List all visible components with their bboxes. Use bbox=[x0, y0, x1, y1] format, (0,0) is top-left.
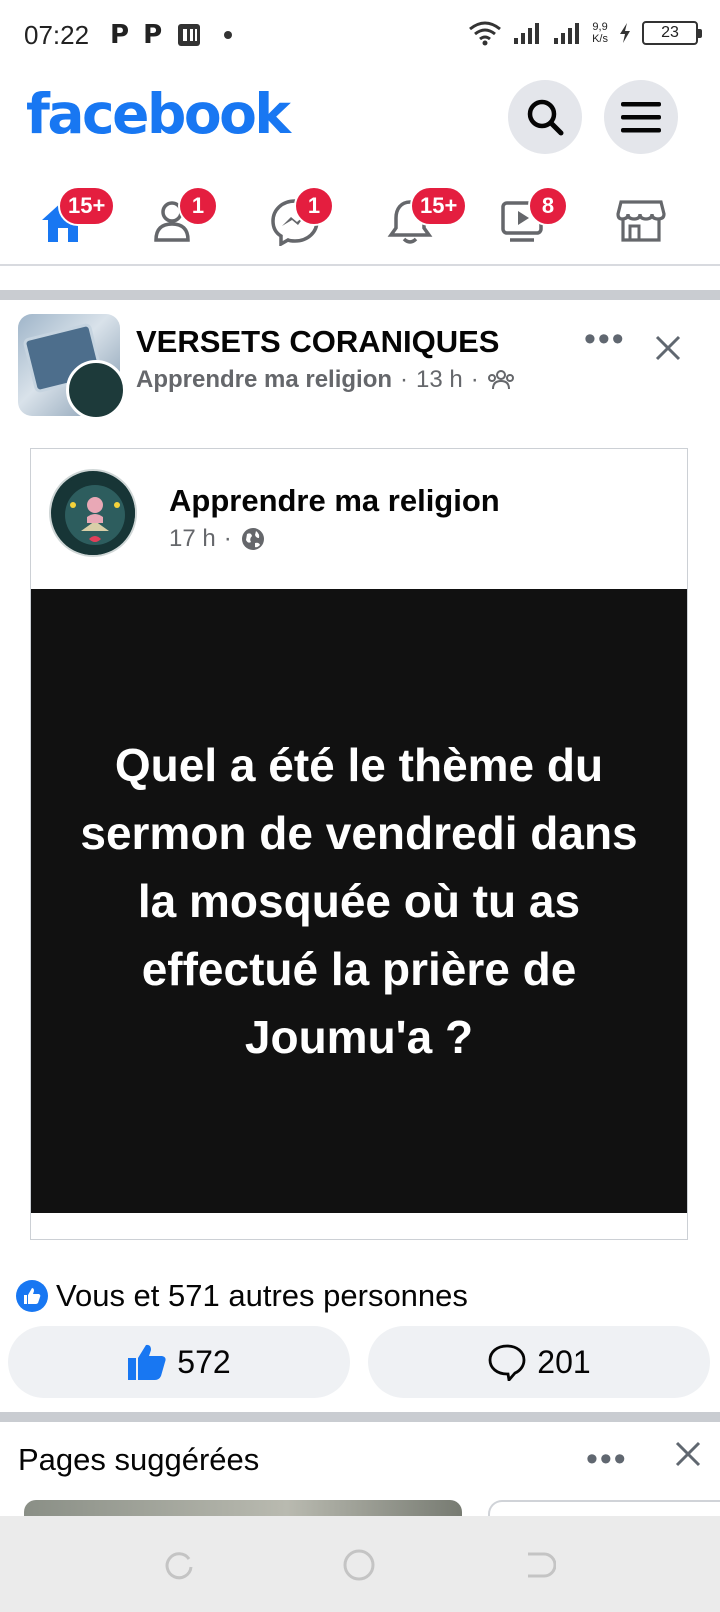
friends-badge: 1 bbox=[178, 186, 218, 226]
shared-author-avatar[interactable] bbox=[49, 469, 137, 557]
search-button[interactable] bbox=[508, 80, 582, 154]
shared-author-name[interactable]: Apprendre ma religion bbox=[169, 483, 500, 519]
post-header: VERSETS CORANIQUES Apprendre ma religion… bbox=[0, 300, 720, 430]
reactions-summary[interactable]: Vous et 571 autres personnes bbox=[16, 1278, 468, 1314]
home-nav-icon[interactable] bbox=[342, 1548, 376, 1582]
p-notification-icon: P bbox=[110, 20, 130, 50]
suggested-options-icon[interactable]: ••• bbox=[586, 1440, 628, 1479]
system-nav-bar bbox=[0, 1516, 720, 1612]
meta-dot: · bbox=[223, 525, 232, 552]
net-speed-unit: K/s bbox=[592, 33, 608, 45]
tab-messenger[interactable]: 1 bbox=[258, 178, 338, 258]
status-notification-icons: P P bbox=[110, 20, 233, 50]
home-badge: 15+ bbox=[58, 186, 116, 226]
globe-icon bbox=[241, 528, 264, 550]
facebook-logo[interactable]: facebook bbox=[26, 82, 291, 146]
meta-dot: · bbox=[470, 366, 479, 393]
signal-icon bbox=[514, 23, 540, 44]
author-avatar[interactable] bbox=[66, 360, 126, 420]
app-header: facebook bbox=[0, 72, 720, 164]
watch-badge: 8 bbox=[528, 186, 568, 226]
feed-separator bbox=[0, 1412, 720, 1422]
search-icon bbox=[527, 99, 564, 136]
post-time[interactable]: 13 h bbox=[416, 366, 463, 394]
comment-button[interactable]: 201 bbox=[368, 1326, 710, 1398]
post-text: Quel a été le thème du sermon de vendred… bbox=[80, 739, 638, 1063]
tab-marketplace[interactable] bbox=[604, 178, 684, 258]
post-meta: Apprendre ma religion · 13 h · bbox=[136, 366, 515, 394]
post-text-image[interactable]: Quel a été le thème du sermon de vendred… bbox=[31, 589, 687, 1213]
like-count: 572 bbox=[177, 1343, 231, 1380]
meta-dot: · bbox=[400, 366, 409, 393]
shared-post-meta: 17 h · bbox=[169, 525, 266, 553]
battery-icon: 23 bbox=[642, 21, 702, 45]
reactions-text: Vous et 571 autres personnes bbox=[56, 1278, 468, 1313]
wifi-icon bbox=[469, 21, 502, 46]
group-name[interactable]: VERSETS CORANIQUES bbox=[136, 324, 499, 360]
feed-separator bbox=[0, 290, 720, 300]
hamburger-menu-icon bbox=[621, 102, 661, 133]
group-icon bbox=[487, 370, 514, 390]
status-dot bbox=[224, 31, 233, 39]
close-icon[interactable] bbox=[674, 1440, 702, 1468]
back-icon[interactable] bbox=[524, 1550, 556, 1580]
recent-apps-icon[interactable] bbox=[164, 1550, 194, 1580]
religion-logo-icon bbox=[53, 473, 135, 555]
suggested-pages-title: Pages suggérées bbox=[18, 1442, 260, 1477]
like-reaction-icon bbox=[16, 1280, 48, 1312]
tab-home[interactable]: 15+ bbox=[26, 178, 116, 258]
tab-notifications[interactable]: 15+ bbox=[374, 178, 468, 258]
status-bar: 07:22 P P 9,9 K/s 23 bbox=[0, 0, 720, 72]
status-time: 07:22 bbox=[24, 20, 90, 50]
main-nav: 15+ 1 1 15+ 8 bbox=[0, 170, 720, 266]
notifications-badge: 15+ bbox=[410, 186, 468, 226]
shared-post-header: Apprendre ma religion 17 h · bbox=[31, 449, 687, 589]
like-button[interactable]: 572 bbox=[8, 1326, 350, 1398]
signal-icon bbox=[554, 23, 580, 44]
shared-post-time[interactable]: 17 h bbox=[169, 525, 216, 553]
menu-button[interactable] bbox=[604, 80, 678, 154]
messenger-badge: 1 bbox=[294, 186, 334, 226]
comment-icon bbox=[488, 1344, 526, 1381]
like-icon bbox=[128, 1344, 166, 1380]
shared-post-card[interactable]: Apprendre ma religion 17 h · Quel a été … bbox=[30, 448, 688, 1240]
status-right: 9,9 K/s 23 bbox=[468, 20, 702, 46]
close-icon[interactable] bbox=[654, 334, 682, 362]
tab-watch[interactable]: 8 bbox=[488, 178, 568, 258]
net-speed: 9,9 K/s bbox=[592, 21, 608, 45]
p-notification-icon: P bbox=[143, 20, 163, 50]
marketplace-icon bbox=[616, 200, 666, 242]
sim-icon bbox=[178, 24, 201, 46]
comment-count: 201 bbox=[537, 1343, 591, 1380]
charging-icon bbox=[620, 23, 630, 43]
post-options-icon[interactable]: ••• bbox=[584, 320, 626, 359]
tab-friends[interactable]: 1 bbox=[140, 178, 220, 258]
battery-level: 23 bbox=[661, 24, 679, 41]
post-author[interactable]: Apprendre ma religion bbox=[136, 366, 392, 394]
net-speed-value: 9,9 bbox=[592, 21, 608, 33]
